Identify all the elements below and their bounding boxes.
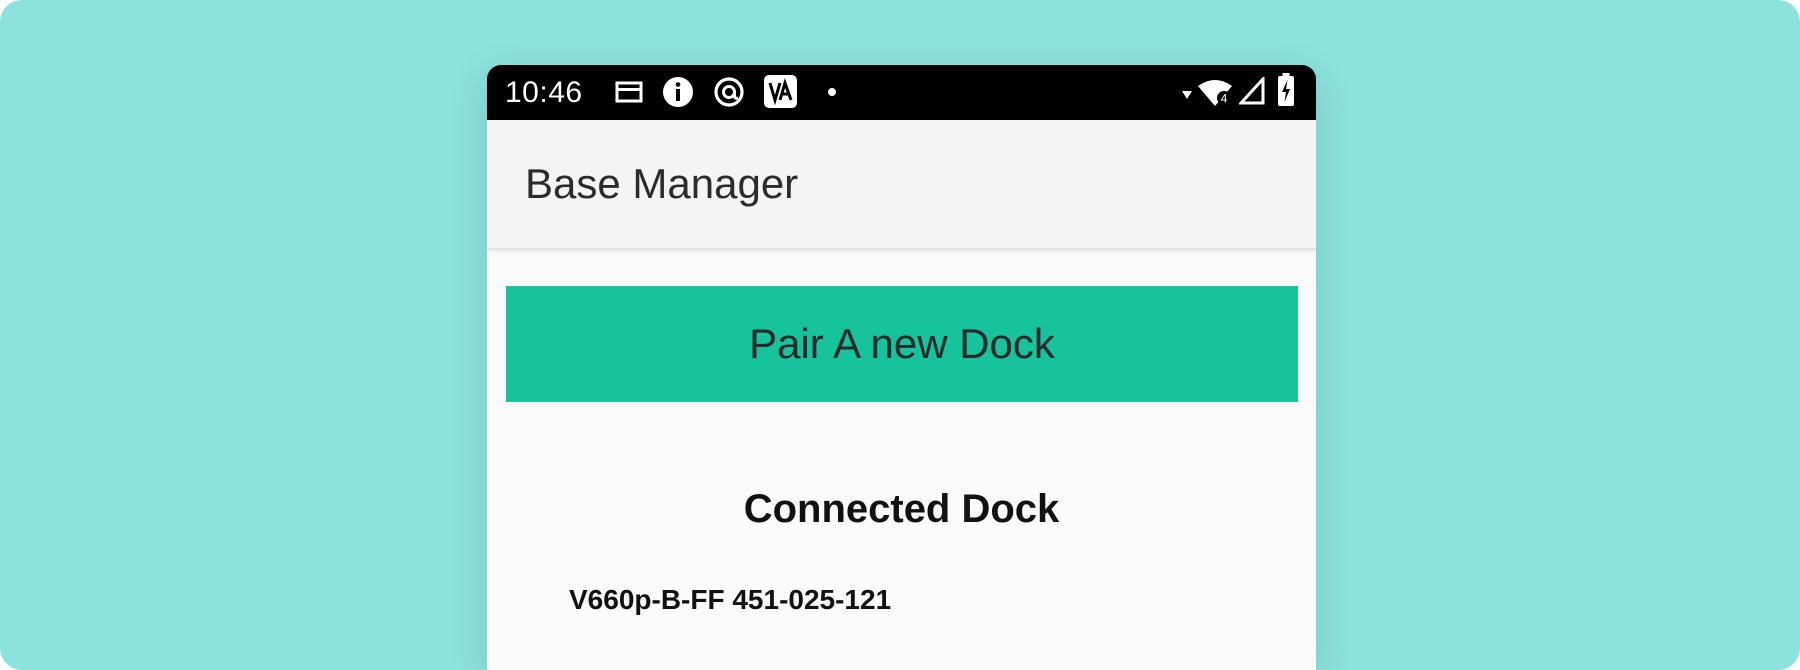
- page-background: 10:46 4 Base Manager Pair A new Dock Con…: [0, 0, 1800, 670]
- wifi-signal-icon: 4: [1198, 80, 1232, 106]
- cell-signal-icon: [1239, 77, 1265, 105]
- notification-dot-icon: [828, 88, 836, 96]
- connected-dock-heading: Connected Dock: [743, 487, 1060, 531]
- info-icon: [663, 77, 693, 107]
- network-badge: 4: [1221, 92, 1228, 106]
- pair-new-dock-button[interactable]: Pair A new Dock: [506, 286, 1298, 402]
- app-badge-icon: [764, 75, 797, 108]
- battery-charging-icon: [1278, 73, 1294, 106]
- phone-screen: 10:46 4 Base Manager Pair A new Dock Con…: [487, 65, 1316, 670]
- app-bar: Base Manager: [487, 120, 1316, 249]
- card-icon: [615, 81, 643, 103]
- dock-list-item[interactable]: V660p-B-FF 451-025-121: [569, 584, 891, 616]
- at-sign-icon: [714, 77, 744, 107]
- status-bar: 10:46 4: [487, 65, 1316, 120]
- app-title: Base Manager: [525, 160, 799, 207]
- data-activity-icon: [1182, 91, 1192, 99]
- status-time: 10:46: [505, 76, 583, 109]
